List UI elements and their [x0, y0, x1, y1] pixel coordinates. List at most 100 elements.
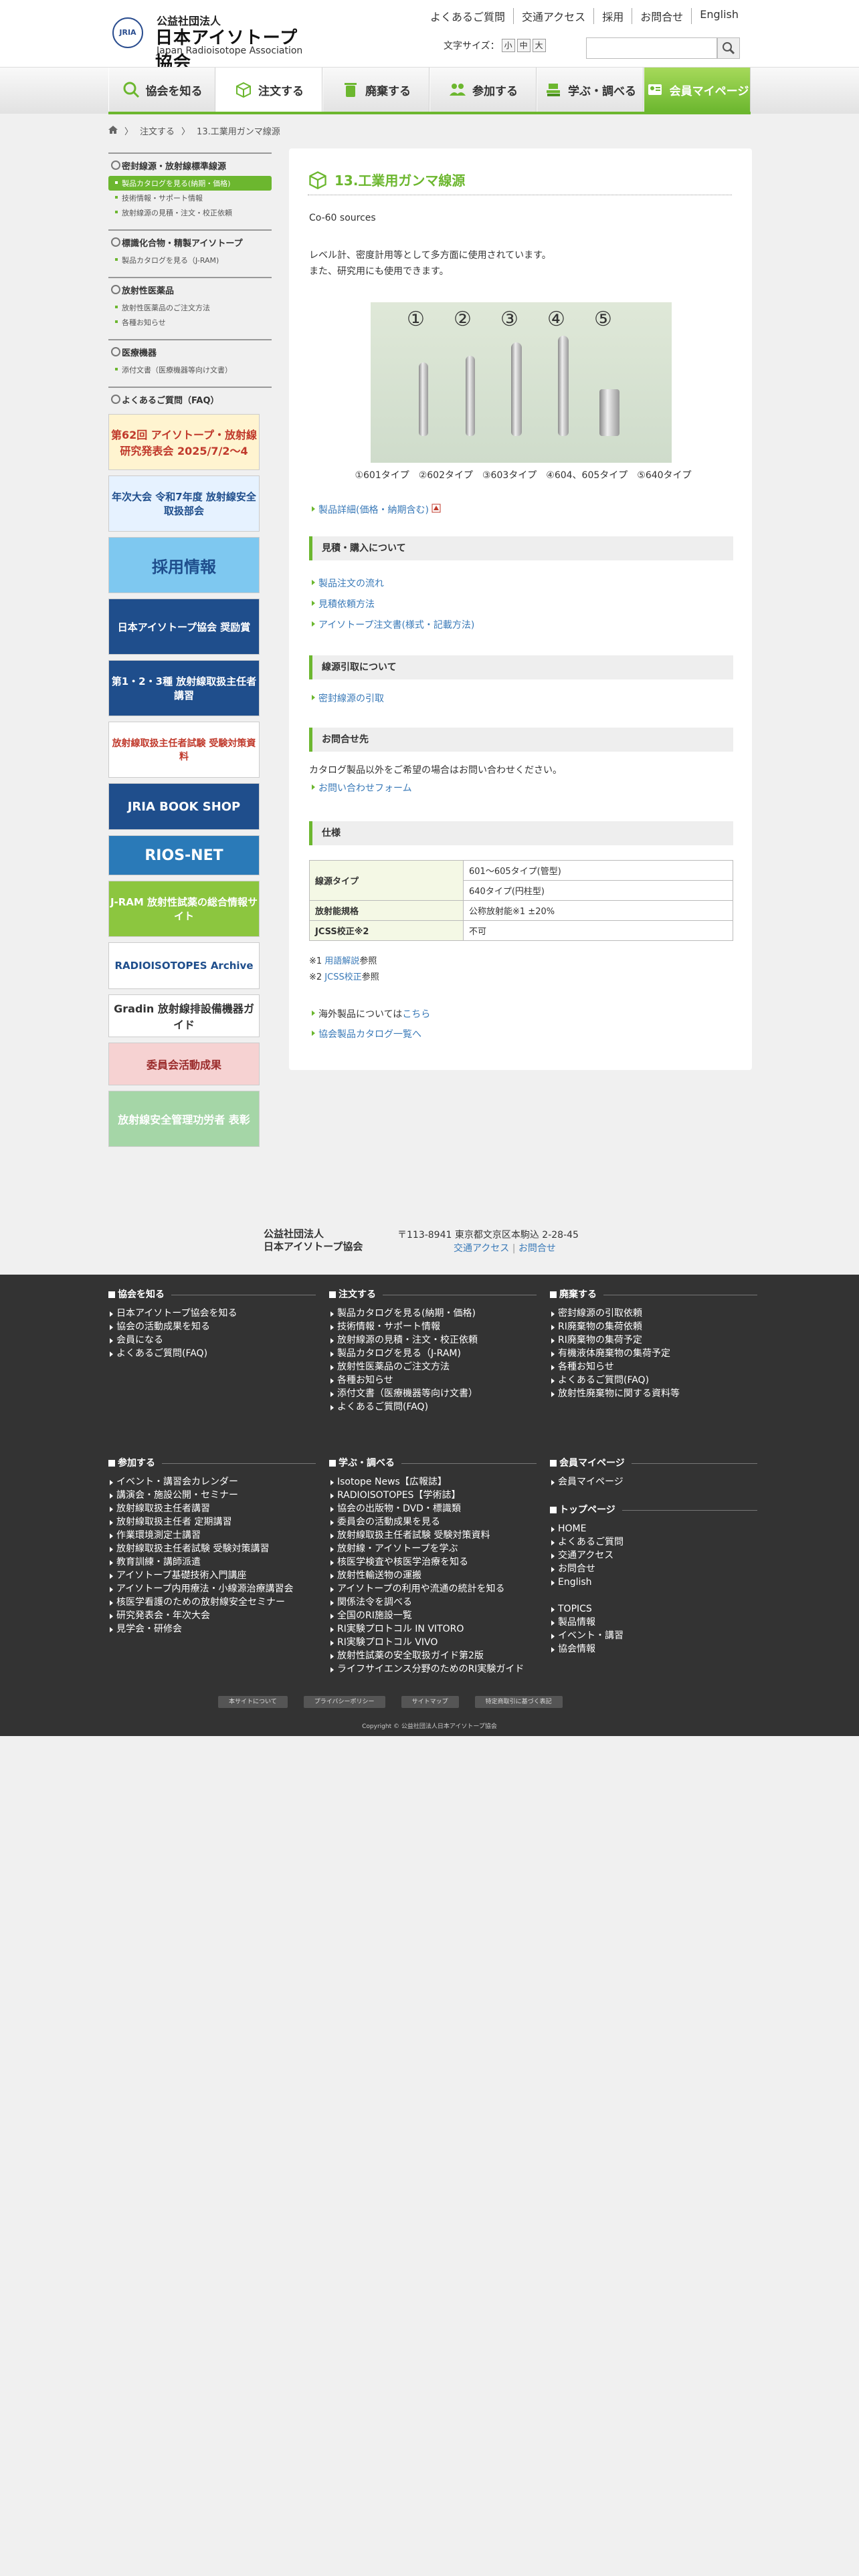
footer-link[interactable]: 製品カタログを見る(納期・価格)	[329, 1307, 537, 1320]
banner-conference[interactable]: 第62回 アイソトープ・放射線 研究発表会 2025/7/2〜4	[108, 414, 260, 470]
footer-link[interactable]: 全国のRI施設一覧	[329, 1609, 537, 1622]
banner-exam-material[interactable]: 放射線取扱主任者試験 受験対策資料	[108, 722, 260, 778]
banner-award[interactable]: 日本アイソトープ協会 奨励賞	[108, 599, 260, 655]
nav-about[interactable]: 協会を知る	[108, 68, 215, 112]
footer-link[interactable]: HOME	[550, 1522, 757, 1535]
sidebar-item-package-insert[interactable]: 添付文書（医療機器等向け文書）	[108, 362, 272, 377]
footer-link[interactable]: 放射線取扱主任者試験 受験対策講習	[108, 1542, 316, 1555]
footer-link[interactable]: 作業環境測定士講習	[108, 1529, 316, 1542]
sidebar-heading-labeled-compounds[interactable]: 標識化合物・精製アイソトープ	[108, 229, 272, 253]
site-logo[interactable]: JRIA 公益社団法人 日本アイソトープ協会 Japan Radioisotop…	[112, 11, 313, 73]
footer-link[interactable]: 製品カタログを見る（J-RAM)	[329, 1347, 537, 1360]
footer-link[interactable]: よくあるご質問	[550, 1535, 757, 1549]
footer-link[interactable]: 見学会・研修会	[108, 1622, 316, 1636]
footer-link[interactable]: TOPICS	[550, 1602, 757, 1616]
sidebar-item-pharma-order[interactable]: 放射性医薬品のご注文方法	[108, 300, 272, 315]
footer-access-link[interactable]: 交通アクセス	[454, 1243, 509, 1254]
footer-link[interactable]: イベント・講習会カレンダー	[108, 1475, 316, 1489]
footer-col-heading[interactable]: 会員マイページ	[550, 1457, 757, 1470]
footer-link[interactable]: 協会情報	[550, 1642, 757, 1656]
footer-link[interactable]: アイソトープ内用療法・小線源治療講習会	[108, 1582, 316, 1596]
footer-link[interactable]: RADIOISOTOPES【学術誌】	[329, 1489, 537, 1502]
footer-link[interactable]: 放射性試薬の安全取扱ガイド第2版	[329, 1649, 537, 1662]
banner-bookshop[interactable]: JRIA BOOK SHOP	[108, 783, 260, 830]
link-contact-form[interactable]: お問い合わせフォーム	[312, 781, 412, 794]
top-link-faq[interactable]: よくあるご質問	[422, 8, 513, 24]
link-order-form[interactable]: アイソトープ注文書(様式・記載方法)	[311, 618, 474, 631]
footer-about-site-button[interactable]: 本サイトについて	[218, 1696, 288, 1708]
footer-privacy-button[interactable]: プライバシーポリシー	[303, 1696, 385, 1708]
footer-link[interactable]: 放射線取扱主任者試験 受験対策資料	[329, 1529, 537, 1542]
sidebar-heading-radiopharma[interactable]: 放射性医薬品	[108, 277, 272, 300]
font-size-medium-button[interactable]: 中	[516, 39, 531, 52]
link-order-flow[interactable]: 製品注文の流れ	[312, 576, 384, 590]
footer-link[interactable]: 放射性輸送物の運搬	[329, 1569, 537, 1582]
footer-link[interactable]: よくあるご質問(FAQ)	[329, 1400, 537, 1414]
catalog-list-link[interactable]: 協会製品カタログ一覧へ	[312, 1027, 421, 1041]
footer-col-heading[interactable]: トップページ	[550, 1503, 757, 1517]
footer-link[interactable]: 会員マイページ	[550, 1475, 757, 1489]
sidebar-heading-medical-devices[interactable]: 医療機器	[108, 339, 272, 362]
nav-dispose[interactable]: 廃棄する	[322, 68, 430, 112]
footer-contact-link[interactable]: お問合せ	[518, 1243, 556, 1254]
footer-link[interactable]: イベント・講習	[550, 1629, 757, 1642]
top-link-contact[interactable]: お問合せ	[632, 8, 691, 24]
note-glossary-link[interactable]: 用語解説	[324, 956, 359, 966]
footer-link[interactable]: 日本アイソトープ協会を知る	[108, 1307, 316, 1320]
footer-link[interactable]: 委員会の活動成果を見る	[329, 1515, 537, 1529]
sidebar-item-catalog[interactable]: 製品カタログを見る(納期・価格)	[108, 176, 272, 191]
footer-commerce-button[interactable]: 特定商取引に基づく表記	[474, 1696, 563, 1708]
banner-course[interactable]: 第1・2・3種 放射線取扱主任者講習	[108, 660, 260, 716]
top-link-recruit[interactable]: 採用	[593, 8, 632, 24]
footer-sitemap-button[interactable]: サイトマップ	[401, 1696, 459, 1708]
footer-link[interactable]: 交通アクセス	[550, 1549, 757, 1562]
footer-link[interactable]: 技術情報・サポート情報	[329, 1320, 537, 1333]
top-link-english[interactable]: English	[691, 8, 747, 24]
footer-link[interactable]: 協会の活動成果を知る	[108, 1320, 316, 1333]
banner-annual-meeting[interactable]: 年次大会 令和7年度 放射線安全取扱部会	[108, 475, 260, 532]
font-size-large-button[interactable]: 大	[532, 39, 546, 52]
banner-gradin[interactable]: Gradin 放射線排設備機器ガイド	[108, 994, 260, 1037]
footer-link[interactable]: RI実験プロトコル IN VITORO	[329, 1622, 537, 1636]
footer-link[interactable]: 放射線・アイソトープを学ぶ	[329, 1542, 537, 1555]
footer-link[interactable]: ライフサイエンス分野のためのRI実験ガイド	[329, 1662, 537, 1676]
link-source-return[interactable]: 密封線源の引取	[312, 691, 384, 705]
footer-link[interactable]: 放射性医薬品のご注文方法	[329, 1360, 537, 1374]
font-size-small-button[interactable]: 小	[501, 39, 515, 52]
sidebar-item-jram-catalog[interactable]: 製品カタログを見る（J-RAM)	[108, 253, 272, 267]
footer-link[interactable]: RI実験プロトコル VIVO	[329, 1636, 537, 1649]
footer-col-heading[interactable]: 協会を知る	[108, 1288, 316, 1301]
search-button[interactable]	[717, 37, 740, 59]
footer-link[interactable]: アイソトープの利用や流通の統計を知る	[329, 1582, 537, 1596]
top-link-access[interactable]: 交通アクセス	[512, 8, 593, 24]
footer-link[interactable]: 各種お知らせ	[329, 1374, 537, 1387]
home-icon[interactable]	[108, 125, 118, 136]
link-quote-method[interactable]: 見積依頼方法	[312, 597, 375, 611]
sidebar-heading-faq[interactable]: よくあるご質問（FAQ）	[108, 387, 272, 410]
footer-link[interactable]: RI廃棄物の集荷依頼	[550, 1320, 757, 1333]
sidebar-item-quote-order[interactable]: 放射線源の見積・注文・校正依頼	[108, 205, 272, 220]
nav-member[interactable]: 会員マイページ	[644, 68, 751, 112]
footer-link[interactable]: アイソトープ基礎技術入門講座	[108, 1569, 316, 1582]
nav-join[interactable]: 参加する	[430, 68, 537, 112]
search-input[interactable]	[586, 37, 717, 59]
footer-link[interactable]: 講演会・施設公開・セミナー	[108, 1489, 316, 1502]
footer-link[interactable]: 核医学検査や核医学治療を知る	[329, 1555, 537, 1569]
nav-order[interactable]: 注文する	[215, 68, 322, 112]
footer-link[interactable]: 核医学看護のための放射線安全セミナー	[108, 1596, 316, 1609]
footer-link[interactable]: Isotope News【広報誌】	[329, 1475, 537, 1489]
nav-learn[interactable]: 学ぶ・調べる	[537, 68, 644, 112]
footer-link[interactable]: 製品情報	[550, 1616, 757, 1629]
footer-link[interactable]: 各種お知らせ	[550, 1360, 757, 1374]
footer-link[interactable]: 放射線取扱主任者講習	[108, 1502, 316, 1515]
banner-jram[interactable]: J-RAM 放射性試薬の総合情報サイト	[108, 881, 260, 937]
footer-col-heading[interactable]: 注文する	[329, 1288, 537, 1301]
footer-col-heading[interactable]: 参加する	[108, 1457, 316, 1470]
sidebar-item-tech-info[interactable]: 技術情報・サポート情報	[108, 191, 272, 205]
breadcrumb-order[interactable]: 注文する	[140, 124, 175, 137]
footer-link[interactable]: 放射線取扱主任者 定期講習	[108, 1515, 316, 1529]
banner-rios-net[interactable]: RIOS-NET	[108, 835, 260, 875]
footer-col-heading[interactable]: 廃棄する	[550, 1288, 757, 1301]
footer-link[interactable]: RI廃棄物の集荷予定	[550, 1333, 757, 1347]
footer-link[interactable]: 添付文書（医療機器等向け文書）	[329, 1387, 537, 1400]
